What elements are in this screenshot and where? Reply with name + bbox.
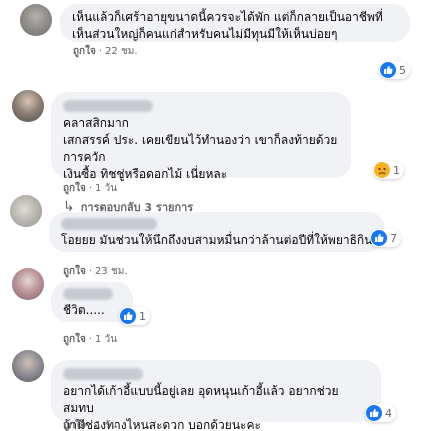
timestamp[interactable]: 1 วัน (95, 183, 117, 194)
avatar[interactable] (12, 90, 44, 122)
comment-meta: ถูกใจ · 22 ชม. (73, 46, 138, 57)
reaction-badge[interactable]: 1 (119, 307, 150, 325)
reaction-badge[interactable]: 4 (365, 404, 396, 422)
avatar[interactable] (20, 4, 52, 36)
author-name[interactable] (63, 368, 143, 380)
comment-bubble: อยากได้เก้าอี้แบบนี้อยู่เลย อุดหนุนเก้าอ… (51, 360, 381, 431)
comment-bubble: คลาสสิกมาก เสกสรรค์ ประ. เคยเขียนไว้ทำนอ… (51, 92, 351, 181)
reaction-badge[interactable]: 7 (370, 229, 401, 247)
comment-text: เห็นแล้วก็เศร้าอายุขนาดนี้ควรจะได้พัก แต… (72, 10, 383, 41)
comment-meta: ถูกใจ · 23 ชม. (63, 266, 128, 277)
like-link[interactable]: ถูกใจ (73, 46, 96, 57)
reaction-count: 4 (385, 406, 392, 420)
reaction-count: 1 (393, 163, 400, 177)
like-link[interactable]: ถูกใจ (63, 420, 86, 431)
timestamp[interactable]: 1 วัน (95, 334, 117, 345)
timestamp[interactable]: 22 ชม. (105, 46, 137, 57)
author-name[interactable] (63, 100, 153, 112)
like-icon (120, 308, 136, 324)
like-link[interactable]: ถูกใจ (63, 183, 86, 194)
comment-bubble: โอยยย มันช่วนให้นึกถึงงบสามหมื่นกว่าล้าน… (49, 212, 385, 252)
like-icon (366, 405, 382, 421)
like-link[interactable]: ถูกใจ (63, 266, 86, 277)
reaction-count: 5 (399, 63, 406, 77)
reaction-count: 7 (390, 231, 397, 245)
like-icon (371, 230, 387, 246)
avatar[interactable] (12, 268, 44, 300)
comment-meta: ถูกใจ · 1 วัน (63, 334, 118, 345)
reaction-badge[interactable]: 1 (373, 161, 404, 179)
comment-meta: ถูกใจ · 1 วัน (63, 420, 118, 431)
comment-text: ชีวิต..... (63, 303, 105, 317)
comment-text: โอยยย มันช่วนให้นึกถึงงบสามหมื่นกว่าล้าน… (61, 233, 373, 247)
comment-text: คลาสสิกมาก เสกสรรค์ ประ. เคยเขียนไว้ทำนอ… (63, 116, 338, 181)
like-link[interactable]: ถูกใจ (63, 334, 86, 345)
timestamp[interactable]: 23 ชม. (95, 266, 127, 277)
like-icon (380, 62, 396, 78)
avatar[interactable] (10, 195, 42, 227)
timestamp[interactable]: 1 วัน (95, 420, 117, 431)
avatar[interactable] (12, 350, 44, 382)
author-name[interactable] (63, 288, 113, 300)
reaction-badge[interactable]: 5 (379, 61, 410, 79)
author-name[interactable] (61, 218, 157, 230)
comment-bubble: เห็นแล้วก็เศร้าอายุขนาดนี้ควรจะได้พัก แต… (60, 4, 410, 42)
sad-face-icon (374, 162, 390, 178)
reaction-count: 1 (139, 309, 146, 323)
comment-meta: ถูกใจ · 1 วัน (63, 183, 118, 194)
